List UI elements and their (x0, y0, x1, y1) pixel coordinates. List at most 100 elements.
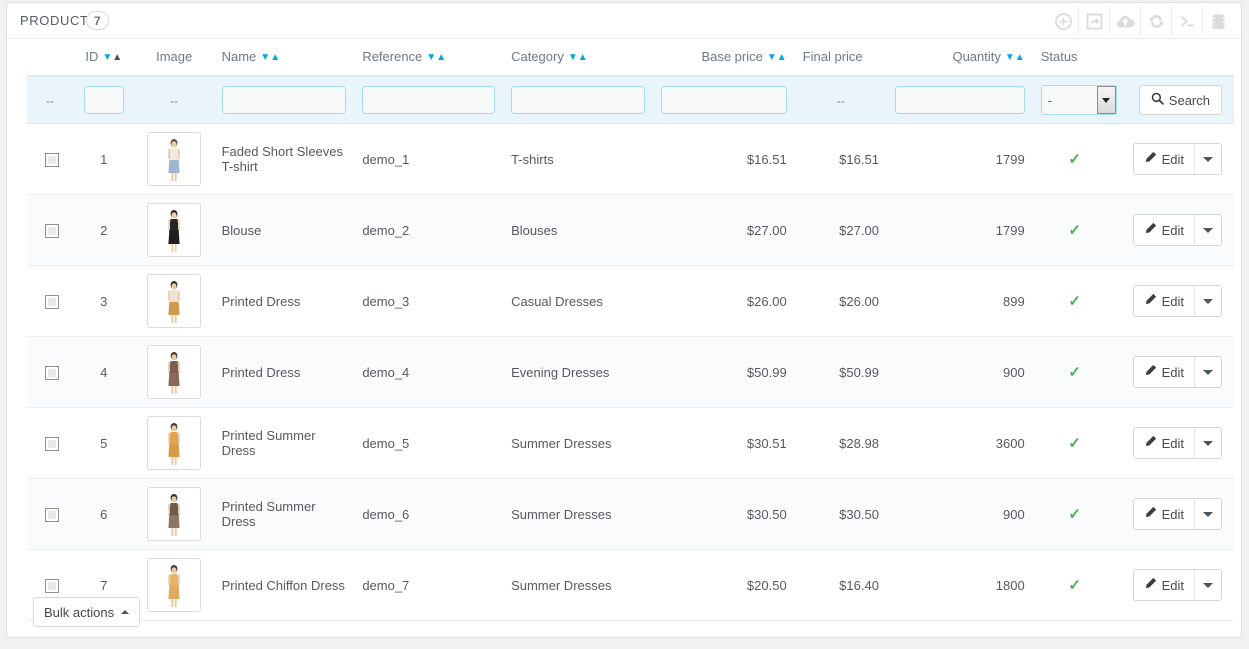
filter-base-price-input[interactable] (660, 86, 787, 114)
sort-asc-icon[interactable]: ▲ (1015, 52, 1025, 63)
pencil-icon (1144, 506, 1157, 522)
table-row[interactable]: 1 Faded Short Sleeves T-shirt demo_1 T-shir… (27, 123, 1234, 195)
edit-dropdown-toggle[interactable] (1194, 357, 1221, 387)
row-checkbox[interactable] (44, 152, 59, 167)
edit-button[interactable]: Edit (1133, 286, 1194, 316)
col-header-category-label: Category (511, 49, 564, 64)
col-header-final-price: Final price (794, 39, 887, 77)
status-enabled-check-icon: ✓ (1068, 292, 1081, 310)
sort-arrows-quantity[interactable]: ▼▲ (1005, 53, 1025, 63)
filter-final-price-dash: -- (836, 93, 845, 108)
sort-desc-icon[interactable]: ▼ (767, 52, 777, 63)
row-checkbox[interactable] (44, 436, 59, 451)
edit-dropdown-toggle[interactable] (1194, 499, 1221, 529)
row-status-cell[interactable]: ✓ (1032, 265, 1117, 337)
col-header-id[interactable]: ID ▼▲ (72, 39, 135, 77)
filter-reference-input[interactable] (362, 86, 496, 114)
row-actions-group: Edit (1132, 427, 1222, 459)
col-header-reference[interactable]: Reference ▼▲ (354, 39, 504, 77)
row-quantity-cell: 1800 (886, 549, 1033, 621)
row-image-cell (134, 407, 214, 479)
table-row[interactable]: 5 Printed Summer Dress demo_5 Summer Dresse… (27, 407, 1234, 479)
table-row[interactable]: 3 Printed Dress demo_3 Casual Dresses $26.00… (27, 265, 1234, 337)
sort-desc-icon[interactable]: ▼ (568, 52, 578, 63)
table-row[interactable]: 6 Printed Summer Dress demo_6 Summer Dresse… (27, 478, 1234, 550)
product-thumbnail-graphic (148, 488, 201, 540)
row-select-cell (27, 123, 73, 195)
row-status-cell[interactable]: ✓ (1032, 549, 1117, 621)
chevron-down-icon (1203, 227, 1213, 233)
chevron-down-icon (1203, 156, 1213, 162)
edit-button[interactable]: Edit (1133, 428, 1194, 458)
row-final-price-cell: $50.99 (794, 336, 887, 408)
row-checkbox[interactable] (44, 223, 59, 238)
chevron-down-icon (1203, 511, 1213, 517)
row-checkbox[interactable] (44, 365, 59, 380)
col-header-name[interactable]: Name ▼▲ (213, 39, 355, 77)
edit-dropdown-toggle[interactable] (1194, 570, 1221, 600)
sort-asc-icon[interactable]: ▲ (777, 52, 787, 63)
row-status-cell[interactable]: ✓ (1032, 336, 1117, 408)
sort-asc-icon[interactable]: ▲ (270, 52, 280, 63)
row-status-cell[interactable]: ✓ (1032, 194, 1117, 266)
table-row[interactable]: 4 Printed Dress demo_4 Evening Dresses $50.9… (27, 336, 1234, 408)
filter-category-cell (503, 76, 653, 124)
edit-dropdown-toggle[interactable] (1194, 428, 1221, 458)
sort-desc-icon[interactable]: ▼ (426, 52, 436, 63)
row-status-cell[interactable]: ✓ (1032, 407, 1117, 479)
chevron-down-icon (1203, 440, 1213, 446)
filter-id-input[interactable] (83, 86, 124, 114)
sort-arrows-category[interactable]: ▼▲ (568, 53, 588, 63)
row-checkbox[interactable] (44, 294, 59, 309)
status-enabled-check-icon: ✓ (1068, 434, 1081, 452)
sort-arrows-id[interactable]: ▼▲ (102, 53, 122, 63)
row-actions-cell: Edit (1116, 336, 1234, 408)
edit-button-label: Edit (1161, 506, 1184, 522)
row-image-cell (134, 265, 214, 337)
row-reference-cell: demo_7 (354, 549, 504, 621)
sort-arrows-reference[interactable]: ▼▲ (426, 53, 446, 63)
import-icon[interactable] (1109, 7, 1140, 35)
filter-status-select[interactable]: - Yes No (1040, 85, 1117, 115)
sort-desc-icon[interactable]: ▼ (102, 52, 112, 63)
row-image-cell (134, 336, 214, 408)
col-header-quantity[interactable]: Quantity ▼▲ (886, 39, 1033, 77)
filter-name-input[interactable] (221, 86, 347, 114)
sort-arrows-base-price[interactable]: ▼▲ (767, 53, 787, 63)
col-header-category[interactable]: Category ▼▲ (503, 39, 653, 77)
sql-console-icon[interactable] (1171, 7, 1202, 35)
pencil-icon (1144, 364, 1157, 380)
edit-button[interactable]: Edit (1133, 570, 1194, 600)
product-thumbnail-graphic (148, 559, 201, 611)
edit-dropdown-toggle[interactable] (1194, 144, 1221, 174)
export-icon[interactable] (1078, 7, 1109, 35)
col-header-base-price[interactable]: Base price ▼▲ (652, 39, 795, 77)
filter-category-input[interactable] (511, 86, 645, 114)
table-row[interactable]: 2 Blouse demo_2 Blouses $27.00 $27.00 1799 ✓ Edi… (27, 194, 1234, 266)
row-checkbox[interactable] (44, 578, 59, 593)
filter-quantity-input[interactable] (894, 86, 1025, 114)
edit-button[interactable]: Edit (1133, 215, 1194, 245)
row-status-cell[interactable]: ✓ (1032, 478, 1117, 550)
sort-arrows-name[interactable]: ▼▲ (260, 53, 280, 63)
search-button[interactable]: Search (1138, 85, 1222, 115)
bulk-actions-button[interactable]: Bulk actions (33, 597, 141, 627)
table-row[interactable]: 7 Printed Chiffon Dress demo_7 Summer Dress… (27, 549, 1234, 621)
sort-asc-icon[interactable]: ▲ (112, 52, 122, 63)
sort-asc-icon[interactable]: ▲ (436, 52, 446, 63)
row-status-cell[interactable]: ✓ (1032, 123, 1117, 195)
edit-dropdown-toggle[interactable] (1194, 286, 1221, 316)
edit-button[interactable]: Edit (1133, 144, 1194, 174)
edit-button[interactable]: Edit (1133, 357, 1194, 387)
add-new-icon[interactable] (1048, 7, 1078, 35)
edit-dropdown-toggle[interactable] (1194, 215, 1221, 245)
row-checkbox[interactable] (44, 507, 59, 522)
sort-asc-icon[interactable]: ▲ (578, 52, 588, 63)
sort-desc-icon[interactable]: ▼ (1005, 52, 1015, 63)
edit-button[interactable]: Edit (1133, 499, 1194, 529)
edit-button-label: Edit (1161, 364, 1184, 380)
table-header-row: ID ▼▲ Image Name ▼▲ Reference ▼▲ Category ▼▲ (27, 39, 1234, 77)
refresh-list-icon[interactable] (1140, 7, 1171, 35)
show-sql-query-icon[interactable] (1202, 7, 1233, 35)
sort-desc-icon[interactable]: ▼ (260, 52, 270, 63)
